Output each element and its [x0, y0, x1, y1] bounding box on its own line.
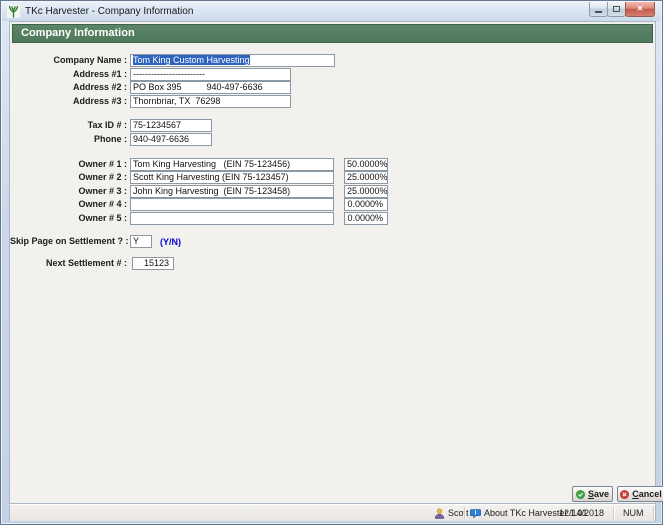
- tax-id-row: Tax ID # : 75-1234567: [10, 119, 655, 132]
- company-name-label: Company Name :: [10, 54, 127, 67]
- maximize-icon: [613, 6, 620, 12]
- owner-2-row: Owner # 2 : Scott King Harvesting (EIN 7…: [10, 171, 655, 184]
- address3-label: Address #3 :: [10, 95, 127, 108]
- address1-label: Address #1 :: [10, 68, 127, 81]
- owner-2-name-input[interactable]: Scott King Harvesting (EIN 75-123457): [130, 171, 334, 184]
- cancel-button[interactable]: Cancel: [617, 486, 663, 502]
- phone-label: Phone :: [10, 133, 127, 146]
- maximize-button[interactable]: [607, 2, 626, 17]
- owner-5-row: Owner # 5 : 0.0000%: [10, 212, 655, 225]
- owner-3-name-input[interactable]: John King Harvesting (EIN 75-123458): [130, 185, 334, 198]
- save-check-icon: [576, 490, 585, 499]
- owner-1-name-input[interactable]: Tom King Harvesting (EIN 75-123456): [130, 158, 334, 171]
- user-icon: [434, 508, 445, 519]
- panel-header: Company Information: [12, 24, 653, 43]
- phone-input[interactable]: 940-497-6636: [130, 133, 212, 146]
- owner-4-label: Owner # 4 :: [10, 198, 127, 211]
- owner-5-label: Owner # 5 :: [10, 212, 127, 225]
- cancel-x-icon: [620, 490, 629, 499]
- owner-1-percent-input[interactable]: 50.0000%: [344, 158, 388, 171]
- window-title: TKc Harvester - Company Information: [25, 6, 193, 17]
- next-settlement-row: Next Settlement # : 15123: [10, 257, 655, 270]
- address2-row: Address #2 : PO Box 395 940-497-6636: [10, 81, 655, 94]
- address1-row: Address #1 : ------------------------: [10, 68, 655, 81]
- cancel-button-label: Cancel: [632, 489, 662, 499]
- minimize-icon: [595, 11, 602, 13]
- tax-id-label: Tax ID # :: [10, 119, 127, 132]
- yn-hint: (Y/N): [160, 236, 181, 248]
- next-settlement-label: Next Settlement # :: [10, 257, 127, 270]
- app-antler-icon: [7, 5, 20, 18]
- owner-3-percent-input[interactable]: 25.0000%: [344, 185, 388, 198]
- tax-id-input[interactable]: 75-1234567: [130, 119, 212, 132]
- selected-text: Tom King Custom Harvesting: [133, 55, 250, 65]
- save-button-label: Save: [588, 489, 609, 499]
- save-button[interactable]: Save: [572, 486, 613, 502]
- owner-1-label: Owner # 1 :: [10, 158, 127, 171]
- status-separator: [464, 507, 465, 519]
- owner-5-percent-input[interactable]: 0.0000%: [344, 212, 388, 225]
- company-name-row: Company Name : Tom King Custom Harvestin…: [10, 54, 655, 67]
- owner-4-name-input[interactable]: [130, 198, 334, 211]
- close-button[interactable]: ✕: [625, 2, 655, 17]
- next-settlement-input[interactable]: 15123: [132, 257, 174, 270]
- close-icon: ✕: [637, 5, 644, 13]
- owner-2-label: Owner # 2 :: [10, 171, 127, 184]
- address1-input[interactable]: ------------------------: [130, 68, 291, 81]
- address2-label: Address #2 :: [10, 81, 127, 94]
- skip-page-row: Skip Page on Settlement ? : Y (Y/N): [10, 235, 655, 248]
- phone-row: Phone : 940-497-6636: [10, 133, 655, 146]
- status-separator: [653, 507, 654, 519]
- owner-3-row: Owner # 3 : John King Harvesting (EIN 75…: [10, 185, 655, 198]
- owner-2-percent-input[interactable]: 25.0000%: [344, 171, 388, 184]
- skip-page-input[interactable]: Y: [130, 235, 152, 248]
- skip-page-label: Skip Page on Settlement ? :: [10, 235, 127, 248]
- status-separator: [613, 507, 614, 519]
- titlebar: TKc Harvester - Company Information ✕: [2, 2, 661, 21]
- company-information-form: Company Information Company Name : Tom K…: [9, 21, 656, 504]
- address3-row: Address #3 : Thornbriar, TX 76298: [10, 95, 655, 108]
- address2-input[interactable]: PO Box 395 940-497-6636: [130, 81, 291, 94]
- owner-1-row: Owner # 1 : Tom King Harvesting (EIN 75-…: [10, 158, 655, 171]
- app-window: TKc Harvester - Company Information ✕ Co…: [0, 0, 663, 525]
- owner-4-row: Owner # 4 : 0.0000%: [10, 198, 655, 211]
- owner-5-name-input[interactable]: [130, 212, 334, 225]
- owner-4-percent-input[interactable]: 0.0000%: [344, 198, 388, 211]
- owner-3-label: Owner # 3 :: [10, 185, 127, 198]
- info-balloon-icon: i: [470, 508, 481, 519]
- address3-input[interactable]: Thornbriar, TX 76298: [130, 95, 291, 108]
- minimize-button[interactable]: [589, 2, 608, 17]
- window-frame-bottom: [2, 519, 661, 523]
- company-name-input[interactable]: Tom King Custom Harvesting: [130, 54, 335, 67]
